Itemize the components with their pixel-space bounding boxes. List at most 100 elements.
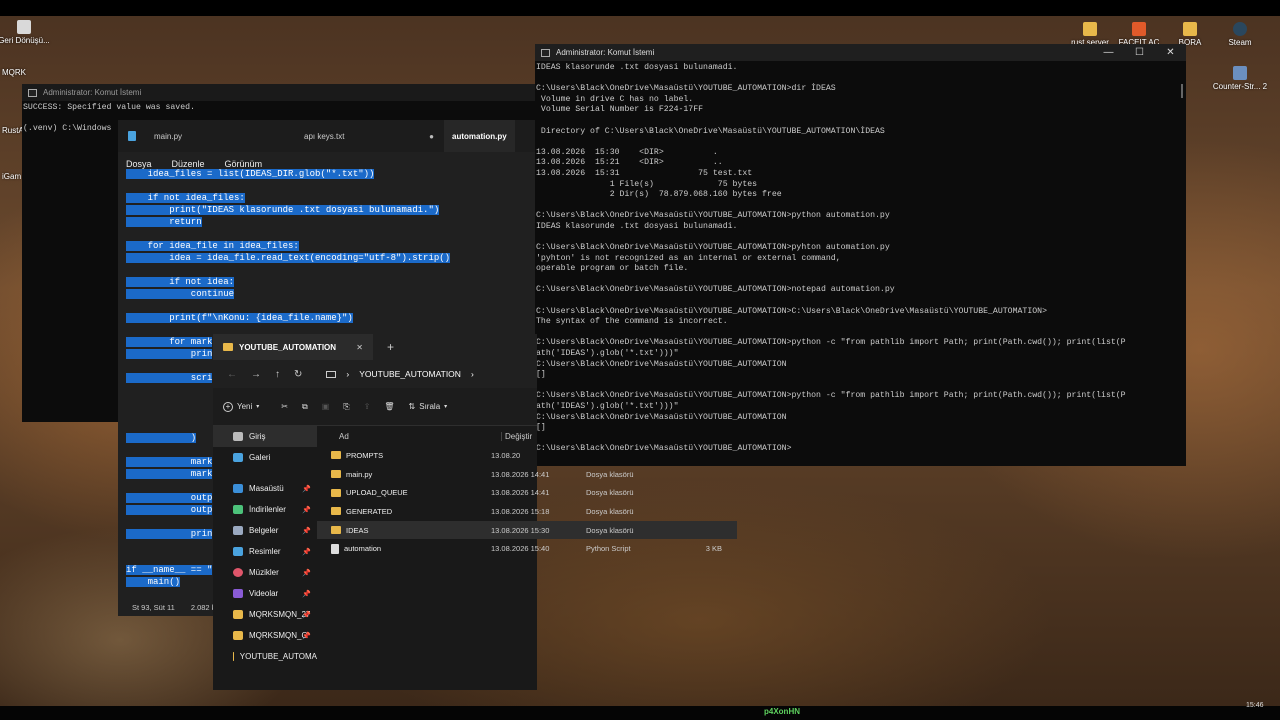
column-header-modified[interactable]: Değiştir [501, 431, 532, 441]
code-line[interactable] [126, 228, 530, 240]
file-name-cell: main.py [317, 470, 491, 479]
code-line[interactable]: if not idea: [126, 276, 530, 288]
explorer-tab[interactable]: YOUTUBE_AUTOMATION ✕ [213, 334, 373, 360]
tab-api-keys[interactable]: apı keys.txt ● [294, 120, 444, 152]
code-line[interactable]: for idea_file in idea_files: [126, 240, 530, 252]
tab-automation-py[interactable]: automation.py [444, 120, 515, 152]
file-row[interactable]: GENERATED 13.08.2026 15:18 Dosya klasörü [317, 502, 737, 521]
sidebar-item-mqrksmqn-27[interactable]: MQRKSMQN_27 📌 [213, 604, 317, 625]
editor-tab-bar: main.py apı keys.txt ● automation.py [118, 120, 536, 152]
tab-main-py[interactable]: main.py [144, 120, 294, 152]
folder-icon [233, 631, 243, 640]
code-line[interactable]: idea_files = list(IDEAS_DIR.glob("*.txt"… [126, 168, 530, 180]
scrollbar[interactable] [1181, 84, 1183, 98]
minimize-button[interactable]: — [1093, 47, 1124, 58]
folder-icon [331, 470, 341, 479]
pin-icon: 📌 [302, 485, 311, 493]
file-size: 2.082 k [190, 602, 216, 612]
desktop-icon-steam[interactable]: Steam [1208, 22, 1272, 47]
pin-icon: 📌 [302, 611, 311, 619]
recycle-bin-icon [17, 20, 31, 34]
file-row[interactable]: UPLOAD_QUEUE 13.08.2026 14:41 Dosya klasör… [317, 483, 737, 502]
sidebar-item-desktop[interactable]: Masaüstü 📌 [213, 478, 317, 499]
desktop-icon-recycle-bin[interactable]: Geri Dönüşü... [0, 20, 56, 45]
sidebar-item-youtube-automation[interactable]: YOUTUBE_AUTOMA [213, 646, 317, 667]
cursor-position: St 93, Süt 11 [132, 602, 175, 612]
code-line[interactable] [126, 264, 530, 276]
address-bar[interactable]: › YOUTUBE_AUTOMATION › [326, 369, 474, 379]
copy-icon[interactable]: ⧉ [302, 402, 308, 412]
file-row[interactable]: main.py 13.08.2026 14:41 Dosya klasörü [317, 465, 737, 484]
up-arrow-icon[interactable]: ↑ [275, 369, 280, 380]
selected-code-text: print("IDEAS klasorunde .txt dosyasi bul… [126, 205, 440, 215]
file-type-cell: Dosya klasörü [586, 488, 634, 498]
main-cmd-output[interactable]: IDEAS klasorunde .txt dosyasi bulunamadi… [535, 61, 1186, 455]
new-tab-button[interactable]: + [387, 340, 394, 354]
breadcrumb-chevron-icon: › [346, 369, 350, 379]
new-button[interactable]: + Yeni ▾ [223, 401, 259, 412]
file-explorer-window[interactable]: YOUTUBE_AUTOMATION ✕ + ← → ↑ ↻ › YOUTUBE… [213, 334, 737, 690]
code-line[interactable]: return [126, 216, 530, 228]
main-cmd-window[interactable]: Administrator: Komut İstemi — ☐ ✕ IDEAS … [535, 44, 1186, 466]
selected-code-text: for mark [126, 337, 213, 347]
sort-button[interactable]: ⇅ Sırala ▾ [409, 402, 448, 411]
sidebar-item-videos[interactable]: Videolar 📌 [213, 583, 317, 604]
back-arrow-icon[interactable]: ← [227, 369, 237, 380]
paste-icon[interactable]: ▣ [322, 402, 330, 411]
selected-code-text: mark [126, 457, 213, 467]
sidebar-item-pictures[interactable]: Resimler 📌 [213, 541, 317, 562]
desktop-icon-mqrk[interactable]: MQRK [0, 68, 56, 77]
code-line[interactable]: print(f"\nKonu: {idea_file.name}") [126, 312, 530, 324]
clock[interactable]: 15:46 [1246, 702, 1264, 709]
sidebar-item-downloads[interactable]: İndirilenler 📌 [213, 499, 317, 520]
pin-icon: 📌 [302, 548, 311, 556]
file-name-cell: IDEAS [317, 526, 491, 535]
videos-icon [233, 589, 243, 598]
code-line[interactable]: print("IDEAS klasorunde .txt dosyasi bul… [126, 204, 530, 216]
close-tab-icon[interactable]: ✕ [356, 343, 363, 352]
forward-arrow-icon[interactable]: → [251, 369, 261, 380]
pictures-icon [233, 547, 243, 556]
selected-code-text: idea = idea_file.read_text(encoding="utf… [126, 253, 451, 263]
code-line[interactable]: if not idea_files: [126, 192, 530, 204]
selected-code-text: if not idea: [126, 277, 235, 287]
file-size-cell: 3 KB [705, 544, 722, 554]
code-line[interactable] [126, 180, 530, 192]
close-button[interactable]: ✕ [1155, 47, 1186, 58]
selected-code-text: prin [126, 349, 213, 359]
folder-icon [331, 526, 341, 535]
refresh-icon[interactable]: ↻ [294, 369, 302, 380]
file-row[interactable]: PROMPTS 13.08.20 [317, 446, 737, 465]
sidebar-item-music[interactable]: Müzikler 📌 [213, 562, 317, 583]
breadcrumb-chevron-icon: › [470, 369, 474, 379]
file-row[interactable]: automation 13.08.2026 15:40 Python Script 3… [317, 539, 737, 558]
desktop-icon-counter-strike[interactable]: Counter-Str... 2 [1208, 66, 1272, 91]
column-header-name[interactable]: Ad [317, 432, 501, 441]
delete-icon[interactable]: 🗑 [384, 402, 394, 411]
download-icon [233, 505, 243, 514]
file-type-cell: Dosya klasörü [586, 525, 634, 535]
file-row[interactable]: IDEAS 13.08.2026 15:30 Dosya klasörü [317, 520, 737, 540]
music-icon [233, 568, 243, 577]
file-name-cell: UPLOAD_QUEUE [317, 488, 491, 497]
sidebar-item-documents[interactable]: Belgeler 📌 [213, 520, 317, 541]
cut-icon[interactable]: ✂ [281, 402, 288, 411]
file-name-cell: automation [317, 543, 491, 554]
home-icon [233, 432, 243, 441]
code-line[interactable]: continue [126, 288, 530, 300]
selected-code-text: if __name__ == " [126, 565, 213, 575]
background-cmd-titlebar[interactable]: Administrator: Komut İstemi [22, 84, 542, 101]
rename-icon[interactable]: ⎘ [343, 402, 349, 412]
main-cmd-titlebar[interactable]: Administrator: Komut İstemi — ☐ ✕ [535, 44, 1186, 61]
code-line[interactable]: idea = idea_file.read_text(encoding="utf… [126, 252, 530, 264]
code-line[interactable] [126, 300, 530, 312]
sidebar-item-gallery[interactable]: Galeri [213, 447, 317, 468]
breadcrumb[interactable]: YOUTUBE_AUTOMATION [359, 369, 461, 379]
share-icon[interactable]: ⇪ [364, 402, 371, 411]
sidebar-item-home[interactable]: Giriş [213, 426, 317, 447]
documents-icon [233, 526, 243, 535]
file-date-cell: 13.08.2026 15:30 [491, 525, 550, 535]
maximize-button[interactable]: ☐ [1124, 47, 1155, 58]
file-date-cell: 13.08.2026 15:40 [491, 544, 550, 554]
sidebar-item-mqrksmqn-o[interactable]: MQRKSMQN_O 📌 [213, 625, 317, 646]
